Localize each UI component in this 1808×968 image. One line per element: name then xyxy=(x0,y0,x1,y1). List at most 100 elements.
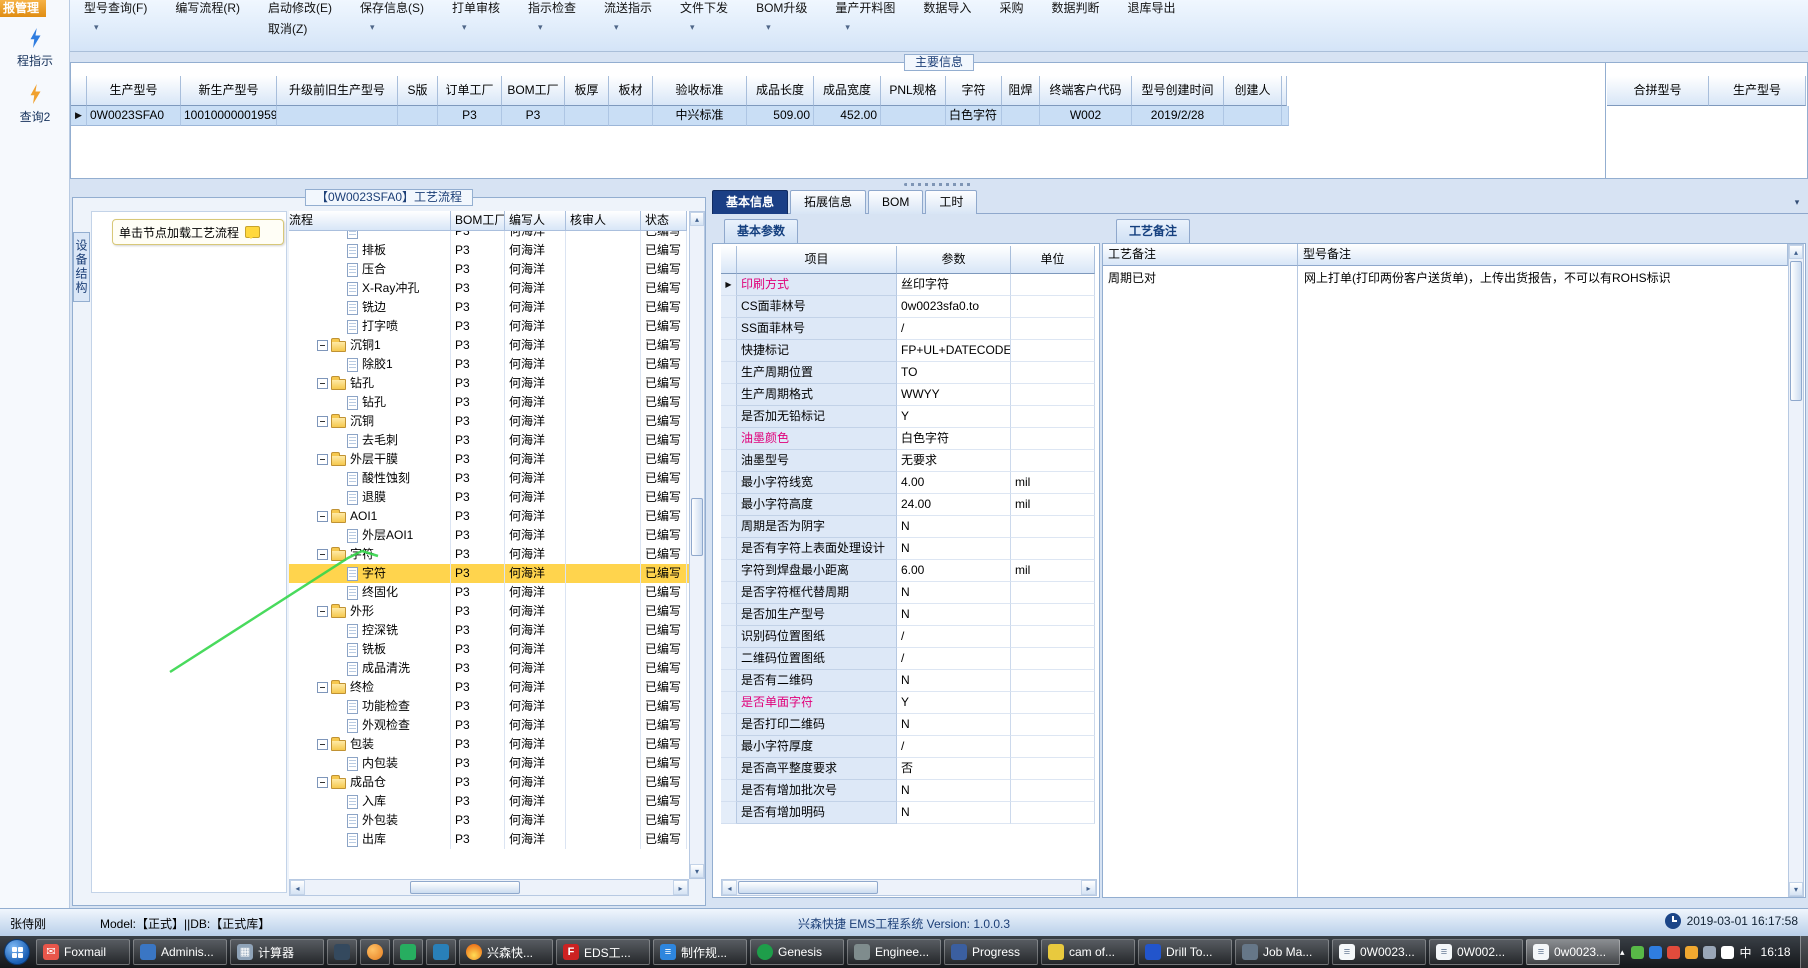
grid-cell[interactable]: 白色字符 xyxy=(946,106,1002,126)
taskbar-button[interactable]: Job Ma... xyxy=(1235,939,1329,965)
taskbar-button[interactable]: ≡ 0w0023... xyxy=(1526,939,1620,965)
grid-cell[interactable] xyxy=(565,106,609,126)
param-value-cell[interactable]: N xyxy=(897,780,1011,802)
process-row[interactable]: 去毛刺 P3 何海洋 已编写 xyxy=(289,431,689,450)
param-value-cell[interactable]: N xyxy=(897,802,1011,824)
show-desktop-button[interactable] xyxy=(1799,936,1808,968)
grid-cell[interactable]: P3 xyxy=(502,106,565,126)
param-row[interactable]: 生产周期格式 WWYY xyxy=(721,384,1097,406)
collapse-expander-icon[interactable] xyxy=(317,549,328,560)
param-row[interactable]: 是否有二维码 N xyxy=(721,670,1097,692)
taskbar-button[interactable]: cam of... xyxy=(1041,939,1135,965)
process-row[interactable]: 终固化 P3 何海洋 已编写 xyxy=(289,583,689,602)
param-row[interactable]: 是否高平整度要求否 xyxy=(721,758,1097,780)
collapse-expander-icon[interactable] xyxy=(317,416,328,427)
column-header[interactable]: 成品长度 xyxy=(747,76,814,106)
scroll-down-icon[interactable]: ▾ xyxy=(1789,882,1803,896)
dropdown-arrow-icon[interactable]: ▾ xyxy=(766,22,771,33)
panel-dropdown-arrow-icon[interactable]: ▾ xyxy=(1790,195,1804,209)
process-step-label[interactable]: 功能检查 xyxy=(362,697,410,716)
process-row[interactable]: X-Ray冲孔 P3 何海洋 已编写 xyxy=(289,279,689,298)
process-step-label[interactable]: 退膜 xyxy=(362,488,386,507)
process-row[interactable]: 压合 P3 何海洋 已编写 xyxy=(289,260,689,279)
param-value-cell[interactable]: 6.00 xyxy=(897,560,1011,582)
process-step-label[interactable]: 酸性蚀刻 xyxy=(362,469,410,488)
process-step-label[interactable]: 外层干膜 xyxy=(350,450,398,469)
column-header[interactable]: 型号创建时间 xyxy=(1132,76,1224,106)
process-step-label[interactable]: 成品仓 xyxy=(350,773,386,792)
process-step-label[interactable]: 入库 xyxy=(362,792,386,811)
dropdown-arrow-icon[interactable]: ▾ xyxy=(462,22,467,33)
tab-process-remark[interactable]: 工艺备注 xyxy=(1116,219,1191,243)
process-row[interactable]: 铣板 P3 何海洋 已编写 xyxy=(289,640,689,659)
process-step-label[interactable]: 终检 xyxy=(350,678,374,697)
scroll-up-icon[interactable]: ▴ xyxy=(1789,245,1803,259)
param-row[interactable]: 是否有字符上表面处理设计 N xyxy=(721,538,1097,560)
process-step-label[interactable]: 除胶1 xyxy=(362,355,393,374)
grid-cell[interactable] xyxy=(881,106,946,126)
process-step-label[interactable]: 外层AOI1 xyxy=(362,526,413,545)
process-row[interactable]: 外层干膜 P3 何海洋 已编写 xyxy=(289,450,689,469)
param-value-cell[interactable]: WWYY xyxy=(897,384,1011,406)
process-step-label[interactable]: 成品清洗 xyxy=(362,659,410,678)
column-header[interactable]: 创建人 xyxy=(1224,76,1282,106)
tab-BOM[interactable]: BOM xyxy=(868,190,924,214)
merge-column-header[interactable]: 生产型号 xyxy=(1709,76,1806,106)
process-row[interactable]: 字符 P3 何海洋 已编写 xyxy=(289,564,689,583)
collapse-expander-icon[interactable] xyxy=(317,739,328,750)
param-row[interactable]: CS面菲林号 0w0023sfa0.to xyxy=(721,296,1097,318)
tray-expand-icon[interactable]: ▴ xyxy=(1620,947,1625,958)
taskbar-button[interactable]: ▦ 计算器 xyxy=(230,939,324,965)
scroll-thumb[interactable] xyxy=(738,881,878,894)
column-header[interactable]: BOM工厂 xyxy=(502,76,565,106)
process-step-label[interactable]: 打字喷 xyxy=(362,317,398,336)
param-row[interactable]: 是否有增加批次号 N xyxy=(721,780,1097,802)
remark-vertical-scrollbar[interactable]: ▴ ▾ xyxy=(1788,244,1804,897)
scroll-up-icon[interactable]: ▴ xyxy=(690,212,704,226)
process-row[interactable]: 包装 P3 何海洋 已编写 xyxy=(289,735,689,754)
process-step-label[interactable]: 铣板 xyxy=(362,640,386,659)
process-row[interactable]: 终检 P3 何海洋 已编写 xyxy=(289,678,689,697)
process-row[interactable]: 沉铜1 P3 何海洋 已编写 xyxy=(289,336,689,355)
process-step-label[interactable]: 沉铜1 xyxy=(350,336,381,355)
process-step-label[interactable]: 压合 xyxy=(362,260,386,279)
param-value-cell[interactable]: 24.00 xyxy=(897,494,1011,516)
param-row[interactable]: 是否字符框代替周期 N xyxy=(721,582,1097,604)
process-row[interactable]: 钻孔 P3 何海洋 已编写 xyxy=(289,374,689,393)
grid-cell[interactable]: 2019/2/28 xyxy=(1132,106,1224,126)
param-row[interactable]: 是否加生产型号 N xyxy=(721,604,1097,626)
taskbar-button[interactable] xyxy=(393,939,423,965)
collapse-expander-icon[interactable] xyxy=(317,682,328,693)
param-value-cell[interactable]: 无要求 xyxy=(897,450,1011,472)
column-header[interactable]: S版 xyxy=(398,76,438,106)
rail-item-程指示[interactable]: 程指示 xyxy=(0,28,70,69)
menu-item[interactable]: BOM升级 xyxy=(756,1,807,16)
column-header[interactable]: 生产型号 xyxy=(87,76,181,106)
process-row[interactable]: 退膜 P3 何海洋 已编写 xyxy=(289,488,689,507)
param-row[interactable]: 字符到焊盘最小距离 6.00 mil xyxy=(721,560,1097,582)
process-step-label[interactable]: X-Ray冲孔 xyxy=(362,279,419,298)
process-step-label[interactable]: 铣边 xyxy=(362,298,386,317)
main-grid-row[interactable]: ▶ 0W0023SFA0 10010000001959 P3 P3 中兴标准 509.00 4… xyxy=(71,106,1289,126)
corner-tab[interactable]: 报管理 xyxy=(0,0,46,17)
tree-vertical-scrollbar[interactable]: ▴ ▾ xyxy=(689,211,705,879)
process-step-label[interactable]: AOI1 xyxy=(350,507,377,526)
scroll-right-icon[interactable]: ▸ xyxy=(673,880,688,895)
menu-item[interactable]: 数据导入 xyxy=(923,1,971,16)
process-row[interactable]: 沉铜 P3 何海洋 已编写 xyxy=(289,412,689,431)
process-remark-cell[interactable]: 周期已对 xyxy=(1103,266,1298,897)
process-row[interactable]: 排板 P3 何海洋 已编写 xyxy=(289,241,689,260)
menu-item[interactable]: 量产开料图 xyxy=(835,1,895,16)
param-row[interactable]: SS面菲林号 / xyxy=(721,318,1097,340)
tab-工时[interactable]: 工时 xyxy=(925,190,978,214)
tray-icon[interactable] xyxy=(1666,945,1680,959)
tray-icon[interactable] xyxy=(1684,945,1698,959)
param-row[interactable]: 是否单面字符 Y xyxy=(721,692,1097,714)
taskbar-button[interactable] xyxy=(426,939,456,965)
taskbar-button[interactable]: ≡ 0W002... xyxy=(1429,939,1523,965)
grid-cell[interactable]: 10010000001959 xyxy=(181,106,277,126)
process-step-label[interactable]: 钻孔 xyxy=(362,393,386,412)
dropdown-arrow-icon[interactable]: ▾ xyxy=(94,22,99,33)
param-value-cell[interactable]: 丝印字符 xyxy=(897,274,1011,296)
param-row[interactable]: 最小字符线宽 4.00 mil xyxy=(721,472,1097,494)
